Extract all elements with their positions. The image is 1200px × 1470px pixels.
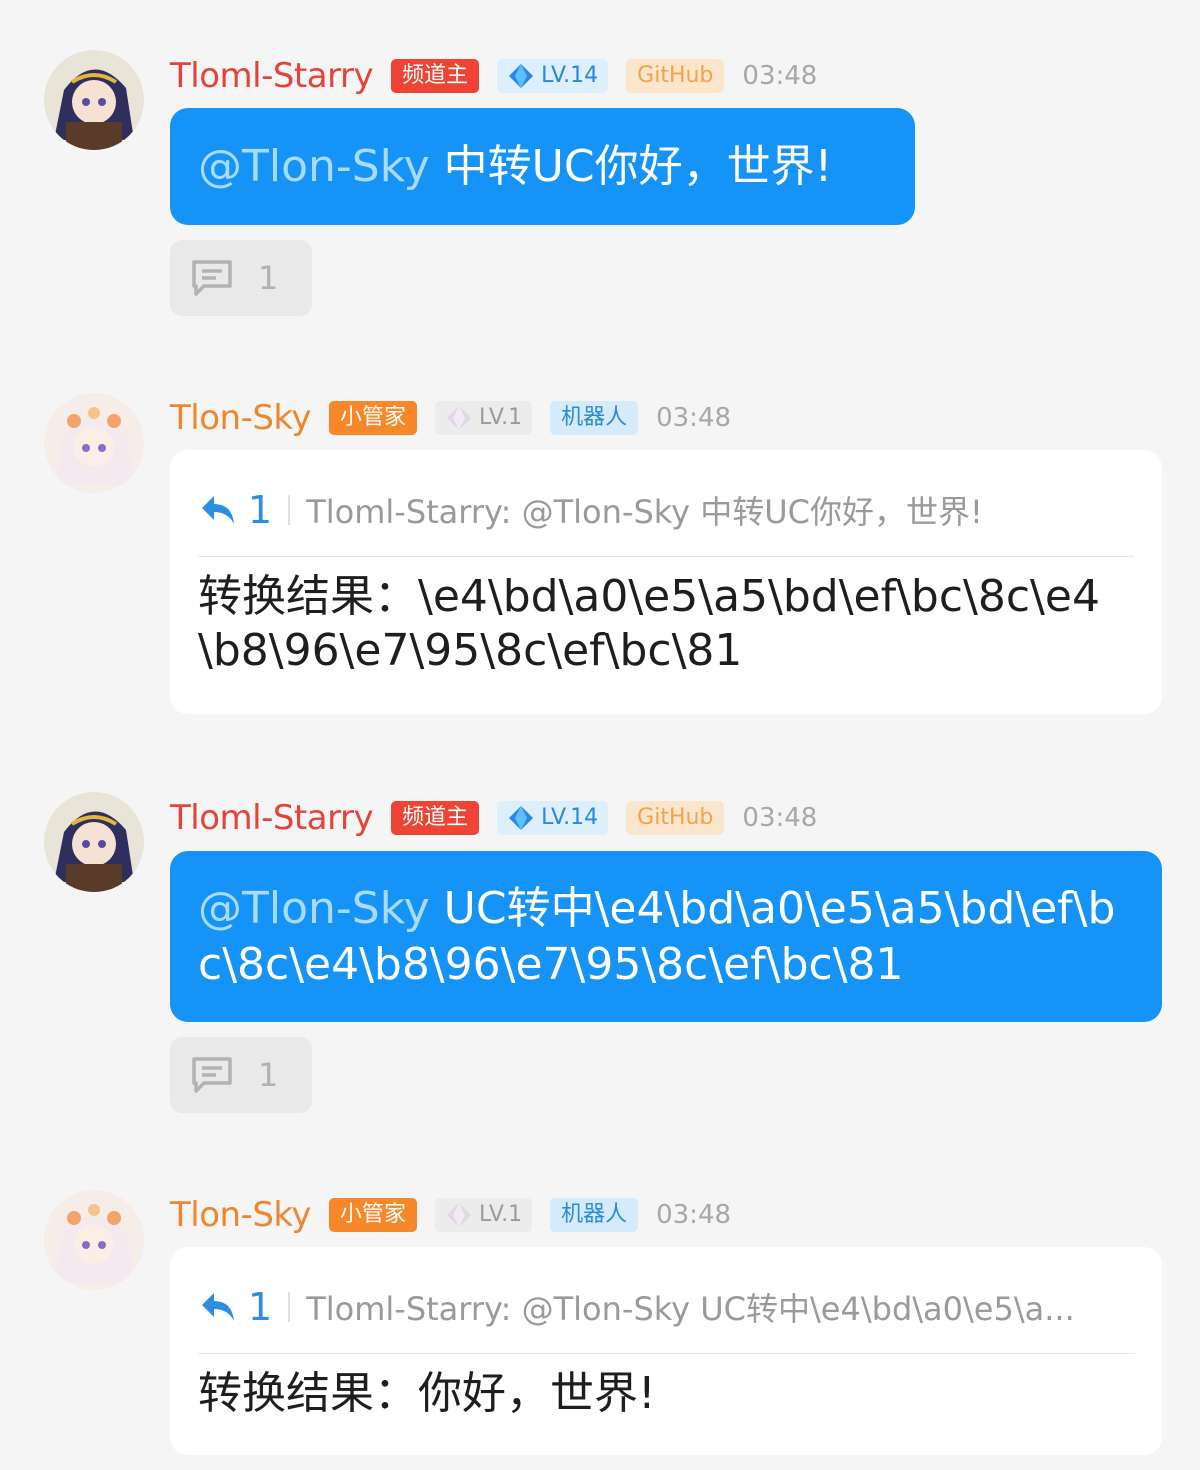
result-text: 转换结果：\e4\bd\a0\e5\a5\bd\ef\bc\8c\e4\b8\9… — [198, 571, 1100, 676]
card-divider — [198, 556, 1134, 557]
level-text: LV.14 — [541, 63, 599, 88]
result-text: 转换结果：你好，世界! — [198, 1368, 656, 1419]
comment-button[interactable]: 1 — [170, 240, 312, 316]
level-badge: LV.14 — [497, 801, 609, 835]
comment-icon — [192, 260, 232, 296]
quote-text: Tloml-Starry: @Tlon-Sky UC转中\e4\bd\a0\e5… — [306, 1290, 1075, 1328]
role-badge: 小管家 — [329, 1198, 418, 1232]
avatar-tloml-starry[interactable] — [44, 792, 144, 892]
tag-badge: GitHub — [626, 801, 725, 835]
reply-arrow-icon — [202, 496, 234, 524]
message-header: Tlon-Sky 小管家 LV.1 机器人 03:48 — [170, 1193, 731, 1237]
level-text: LV.1 — [479, 1202, 523, 1227]
role-badge: 频道主 — [391, 801, 480, 835]
level-badge: LV.1 — [435, 1198, 533, 1232]
mention-link[interactable]: @Tlon-Sky — [198, 141, 430, 192]
level-diamond-icon — [509, 64, 534, 88]
timestamp: 03:48 — [742, 803, 818, 833]
level-diamond-icon — [509, 806, 534, 830]
reply-card[interactable]: 1 Tloml-Starry: @Tlon-Sky 中转UC你好，世界! 转换结… — [170, 450, 1162, 714]
message-header: Tloml-Starry 频道主 LV.14 GitHub 03:48 — [170, 796, 817, 840]
reply-card[interactable]: 1 Tloml-Starry: @Tlon-Sky UC转中\e4\bd\a0\… — [170, 1247, 1162, 1455]
level-text: LV.14 — [541, 805, 599, 830]
role-badge: 频道主 — [391, 59, 480, 93]
card-divider — [198, 1353, 1134, 1354]
quote-separator — [288, 1292, 291, 1322]
quote-text: Tloml-Starry: @Tlon-Sky 中转UC你好，世界! — [306, 493, 983, 531]
level-diamond-icon — [447, 406, 472, 430]
message-text: 中转UC你好，世界! — [429, 141, 833, 192]
tag-badge: GitHub — [626, 59, 725, 93]
avatar-tlon-sky[interactable] — [44, 1190, 144, 1290]
level-badge: LV.1 — [435, 401, 533, 435]
level-badge: LV.14 — [497, 59, 609, 93]
message-bubble[interactable]: @Tlon-Sky UC转中\e4\bd\a0\e5\a5\bd\ef\bc\8… — [170, 851, 1162, 1022]
comment-count: 1 — [258, 259, 279, 297]
message-header: Tlon-Sky 小管家 LV.1 机器人 03:48 — [170, 396, 731, 440]
sender-name[interactable]: Tlon-Sky — [170, 1195, 312, 1235]
reply-arrow-icon — [202, 1293, 234, 1321]
quote-count: 1 — [248, 488, 273, 532]
avatar-tlon-sky[interactable] — [44, 393, 144, 493]
comment-button[interactable]: 1 — [170, 1037, 312, 1113]
timestamp: 03:48 — [742, 61, 818, 91]
role-badge: 小管家 — [329, 401, 418, 435]
tag-badge: 机器人 — [550, 1198, 639, 1232]
timestamp: 03:48 — [656, 403, 732, 433]
mention-link[interactable]: @Tlon-Sky — [198, 883, 430, 934]
quote-count: 1 — [248, 1285, 273, 1329]
sender-name[interactable]: Tloml-Starry — [170, 56, 374, 96]
sender-name[interactable]: Tloml-Starry — [170, 798, 374, 838]
quoted-message[interactable]: 1 Tloml-Starry: @Tlon-Sky UC转中\e4\bd\a0\… — [198, 1277, 1134, 1337]
sender-name[interactable]: Tlon-Sky — [170, 398, 312, 438]
quoted-message[interactable]: 1 Tloml-Starry: @Tlon-Sky 中转UC你好，世界! — [198, 480, 1134, 540]
tag-badge: 机器人 — [550, 401, 639, 435]
message-header: Tloml-Starry 频道主 LV.14 GitHub 03:48 — [170, 54, 817, 98]
comment-count: 1 — [258, 1056, 279, 1094]
level-text: LV.1 — [479, 405, 523, 430]
message-bubble[interactable]: @Tlon-Sky 中转UC你好，世界! — [170, 108, 915, 225]
comment-icon — [192, 1057, 232, 1093]
quote-separator — [288, 495, 291, 525]
level-diamond-icon — [447, 1203, 472, 1227]
timestamp: 03:48 — [656, 1200, 732, 1230]
avatar-tloml-starry[interactable] — [44, 50, 144, 150]
